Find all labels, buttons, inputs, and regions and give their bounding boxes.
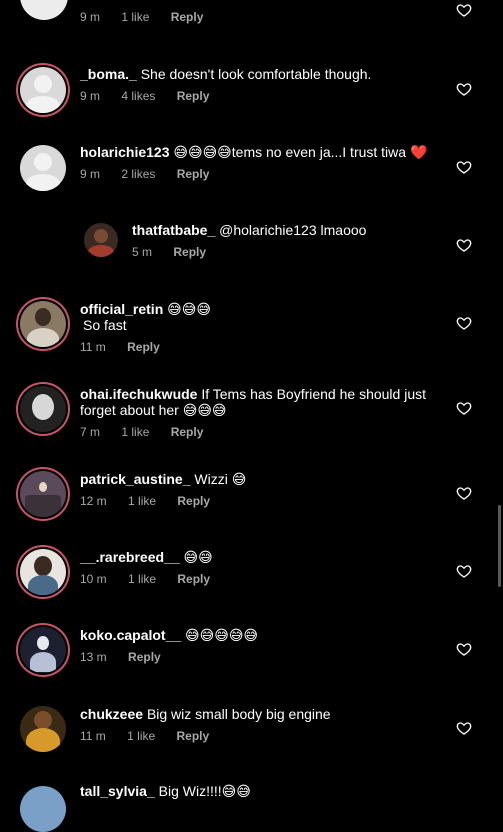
comment-text: She doesn't look comfortable though. [140,66,372,82]
username[interactable]: ohai.ifechukwude [80,386,197,402]
comment-time: 12 m [80,494,107,508]
username[interactable]: tall_sylvia_ [80,783,155,799]
username[interactable]: koko.capalot__ [80,627,181,643]
heart-outline-icon[interactable] [456,315,472,331]
comment-text: If Tems has Boyfriend he should just [201,386,427,402]
comment-text: @holarichie123 lmaooo [219,222,367,238]
comment-text: 😅😅😅 [167,301,211,317]
comment-meta: 13 m Reply [80,650,179,664]
comment-text: Big Wiz!!!!😅😅 [158,783,251,799]
heart-outline-icon[interactable] [456,641,472,657]
comment-meta: 9 m 1 like Reply [80,10,221,24]
comment-line: thatfatbabe_ @holarichie123 lmaooo [132,221,366,239]
username[interactable]: holarichie123 [80,144,170,160]
comment-meta: 9 m 2 likes Reply [80,167,227,181]
comment-line: holarichie123 😅😅😅😅tems no even ja...I tr… [80,143,427,161]
comment-line: _boma._ She doesn't look comfortable tho… [80,65,371,83]
like-count[interactable]: 2 likes [121,167,155,181]
like-count[interactable]: 4 likes [121,89,155,103]
heart-outline-icon[interactable] [456,400,472,416]
reply-button[interactable]: Reply [127,340,160,354]
reply-button[interactable]: Reply [171,10,204,24]
like-count[interactable]: 1 like [121,10,149,24]
avatar[interactable] [20,0,68,20]
heart-outline-icon[interactable] [456,81,472,97]
comment-time: 9 m [80,10,101,24]
reply-button[interactable]: Reply [177,167,210,181]
avatar[interactable] [20,786,66,832]
like-count[interactable]: 1 like [128,572,156,586]
comment-meta: 10 m 1 like Reply [80,572,228,586]
heart-outline-icon[interactable] [456,485,472,501]
reply-button[interactable]: Reply [177,572,210,586]
avatar[interactable] [20,301,66,347]
comment-time: 10 m [80,572,107,586]
comment-meta: 9 m 4 likes Reply [80,89,227,103]
avatar[interactable] [20,145,66,191]
username[interactable]: thatfatbabe_ [132,222,215,238]
heart-outline-icon[interactable] [456,2,472,18]
comment-meta: 7 m 1 like Reply [80,425,221,439]
avatar[interactable] [20,627,66,673]
comment-meta: 11 m Reply [80,340,178,354]
scrollbar[interactable] [498,505,501,587]
comment-meta: 5 m Reply [132,245,224,259]
comment-text: 😅😅😅😅tems no even ja...I trust tiwa ❤️ [173,144,428,160]
reply-button[interactable]: Reply [128,650,161,664]
comment-time: 11 m [80,729,106,743]
comment-time: 11 m [80,340,106,354]
comment-line: tall_sylvia_ Big Wiz!!!!😅😅 [80,782,251,800]
reply-button[interactable]: Reply [177,494,210,508]
like-count[interactable]: 1 like [128,494,156,508]
comment-line: patrick_austine_ Wizzi 😅 [80,470,246,488]
avatar[interactable] [20,386,66,432]
reply-button[interactable]: Reply [173,245,206,259]
avatar[interactable] [20,549,66,595]
comment-text-line2: forget about her 😅😅😅 [80,402,227,418]
comment-text: 😅😅 [183,549,213,565]
comment-time: 13 m [80,650,107,664]
heart-outline-icon[interactable] [456,563,472,579]
comment-line: koko.capalot__ 😅😅😅😅😅 [80,626,258,644]
comment-text: Wizzi 😅 [194,471,247,487]
username[interactable]: _boma._ [80,66,137,82]
username[interactable]: official_retin [80,301,163,317]
username[interactable]: patrick_austine_ [80,471,191,487]
like-count[interactable]: 1 like [127,729,155,743]
comment-line: chukzeee Big wiz small body big engine [80,705,331,723]
comment-line: __.rarebreed__ 😅😅 [80,548,213,566]
comment-time: 9 m [80,167,101,181]
reply-button[interactable]: Reply [171,425,204,439]
username[interactable]: __.rarebreed__ [80,549,180,565]
comment-time: 7 m [80,425,101,439]
heart-outline-icon[interactable] [456,159,472,175]
comment-text-line2: So fast [83,317,127,333]
comment-text: 😅😅😅😅😅 [185,627,259,643]
heart-outline-icon[interactable] [456,237,472,253]
comment-text: Big wiz small body big engine [146,706,331,722]
avatar[interactable] [20,471,66,517]
comment-meta: 11 m 1 like Reply [80,729,227,743]
username[interactable]: chukzeee [80,706,143,722]
avatar[interactable] [20,706,66,752]
comment-time: 5 m [132,245,153,259]
reply-button[interactable]: Reply [177,729,210,743]
reply-button[interactable]: Reply [177,89,210,103]
comment-time: 9 m [80,89,101,103]
avatar[interactable] [84,223,118,257]
comment-meta: 12 m 1 like Reply [80,494,228,508]
heart-outline-icon[interactable] [456,720,472,736]
avatar[interactable] [20,67,66,113]
like-count[interactable]: 1 like [121,425,149,439]
